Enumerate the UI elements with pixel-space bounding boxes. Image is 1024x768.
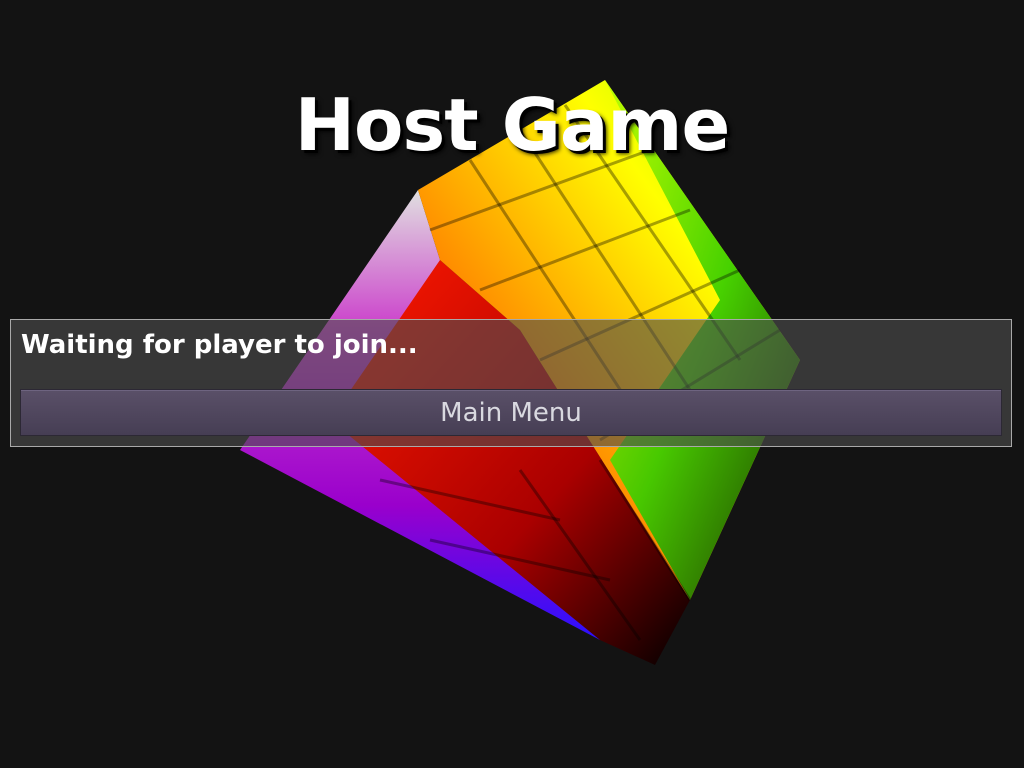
page-title: Host Game	[294, 83, 731, 167]
game-screen: Host Game Waiting for player to join... …	[0, 0, 1024, 768]
main-menu-button[interactable]: Main Menu	[20, 389, 1002, 436]
host-wait-dialog: Waiting for player to join... Main Menu	[10, 319, 1012, 447]
waiting-status-text: Waiting for player to join...	[21, 330, 418, 360]
